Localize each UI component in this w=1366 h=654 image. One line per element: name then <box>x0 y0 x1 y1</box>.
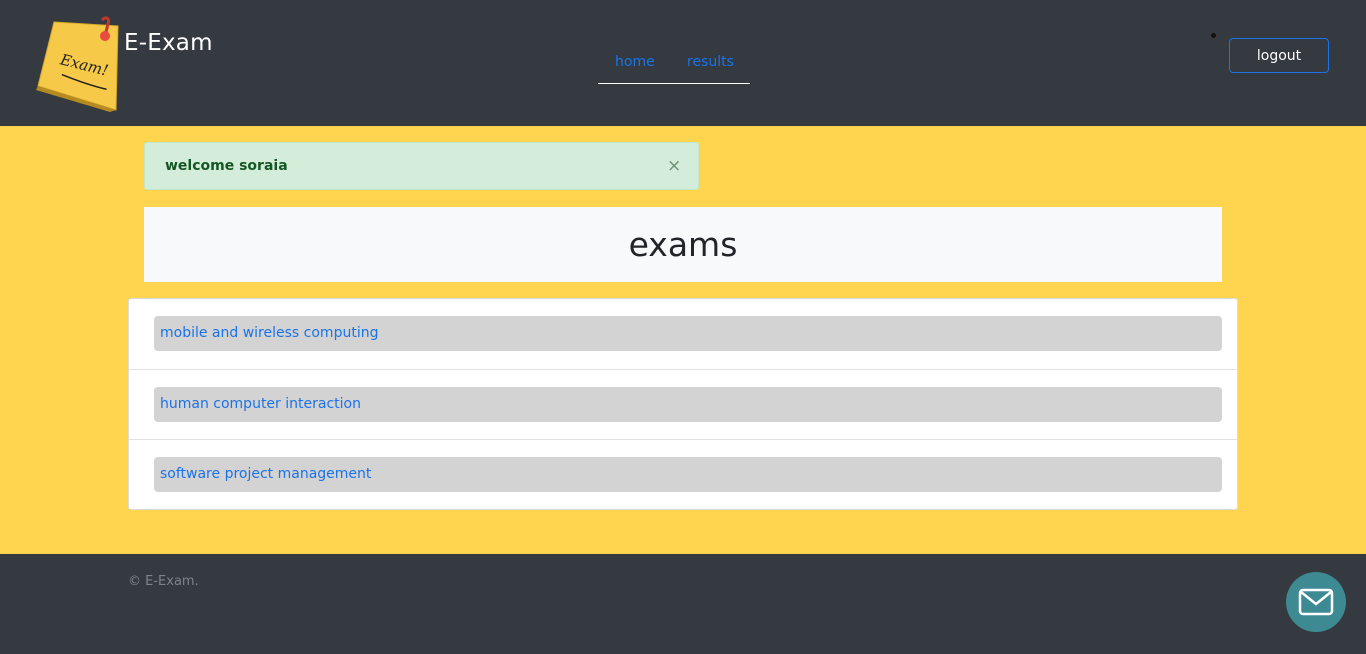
page-title: exams <box>628 225 738 264</box>
close-icon[interactable]: × <box>667 156 681 176</box>
exam-link-mobile-wireless[interactable]: mobile and wireless computing <box>154 316 1222 351</box>
footer: © E-Exam. <box>0 554 1366 654</box>
exam-link-label[interactable]: mobile and wireless computing <box>160 325 378 341</box>
sticky-note-logo-icon[interactable]: Exam! <box>36 14 122 112</box>
bullet-dot <box>1211 33 1216 38</box>
exam-link-label[interactable]: software project management <box>160 466 371 482</box>
main-nav: home results <box>598 42 750 84</box>
logout-button[interactable]: logout <box>1229 38 1329 73</box>
list-item: software project management <box>129 439 1237 509</box>
mail-icon <box>1298 588 1334 616</box>
header: Exam! E-Exam home results logout <box>0 0 1366 126</box>
list-item: mobile and wireless computing <box>129 299 1237 369</box>
exam-link-hci[interactable]: human computer interaction <box>154 387 1222 422</box>
alert-message: welcome soraia <box>165 158 288 174</box>
exam-link-label[interactable]: human computer interaction <box>160 396 361 412</box>
welcome-alert: welcome soraia × <box>144 142 699 190</box>
exam-link-software-pm[interactable]: software project management <box>154 457 1222 492</box>
exam-list: mobile and wireless computing human comp… <box>128 298 1238 510</box>
nav-home-link[interactable]: home <box>615 54 655 70</box>
contact-button[interactable] <box>1286 572 1346 632</box>
list-item: human computer interaction <box>129 369 1237 439</box>
exams-header: exams <box>144 207 1222 282</box>
nav-results-link[interactable]: results <box>687 54 734 70</box>
brand-title: E-Exam <box>124 30 213 56</box>
copyright-text: © E-Exam. <box>128 574 199 589</box>
main-content: welcome soraia × exams mobile and wirele… <box>0 126 1366 554</box>
